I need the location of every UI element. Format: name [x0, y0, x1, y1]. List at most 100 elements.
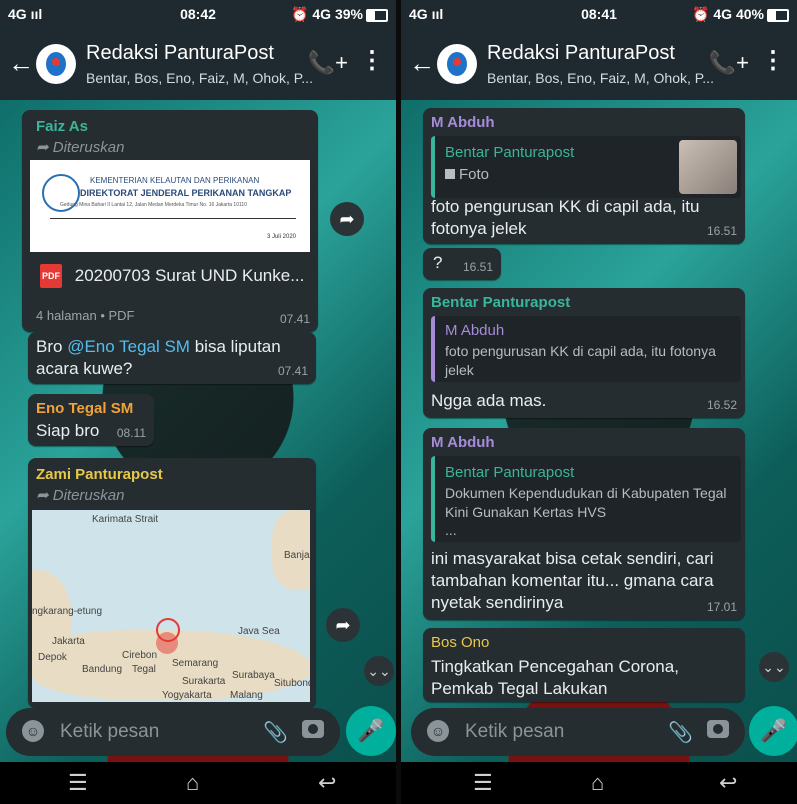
add-call-icon[interactable]: 📞+ — [308, 50, 348, 76]
system-nav-bar: ☰ ⌂ ↩ — [401, 762, 797, 804]
scroll-down-button[interactable]: ⌄⌄ — [364, 656, 394, 686]
forward-icon: ➦ — [335, 615, 351, 635]
mic-icon: 🎤 — [357, 718, 385, 743]
message-input[interactable]: Ketik pesan — [465, 721, 564, 743]
message-reply[interactable]: M Abduh Bentar Panturapost Foto foto pen… — [423, 108, 745, 244]
message-time: 16.52 — [706, 398, 737, 412]
attachment-icon[interactable]: 📎 — [263, 720, 288, 745]
quote-sender: M Abduh — [445, 322, 505, 339]
file-meta: 4 halaman • PDF — [36, 308, 135, 323]
emoji-icon[interactable]: ☺ — [22, 720, 44, 742]
quoted-message[interactable]: Bentar Panturapost Dokumen Kependudukan … — [431, 456, 741, 542]
battery-icon — [767, 8, 789, 22]
quote-sender: Bentar Panturapost — [445, 144, 575, 161]
message-time: 17.01 — [706, 600, 737, 614]
quoted-message[interactable]: Bentar Panturapost Foto — [431, 136, 741, 198]
nav-menu-icon[interactable]: ☰ — [473, 770, 493, 796]
map-label: ngkarang-etung — [32, 606, 103, 617]
map-label: Malang — [230, 690, 263, 701]
group-members[interactable]: Bentar, Bos, Eno, Faiz, M, Ohok, P... — [86, 70, 313, 86]
message-time: 16.51 — [462, 260, 493, 274]
quote-text: Foto — [445, 166, 489, 183]
message-input-bar[interactable]: ☺ Ketik pesan 📎 — [411, 708, 745, 756]
message-text[interactable]: Bro @Eno Tegal SM bisa liputan acara kuw… — [28, 332, 316, 384]
map-label: Situbondo — [274, 678, 310, 689]
message-body: Bro @Eno Tegal SM bisa liputan acara kuw… — [36, 337, 281, 378]
chat-header: ← Redaksi PanturaPost Bentar, Bos, Eno, … — [0, 28, 396, 100]
map-preview[interactable]: Karimata Strait Banjar Java Sea ngkarang… — [32, 510, 310, 702]
message-text[interactable]: Bos Ono Tingkatkan Pencegahan Corona, Pe… — [423, 628, 745, 702]
mention-link[interactable]: @Eno Tegal SM — [67, 337, 190, 356]
map-label: Java Sea — [238, 626, 280, 637]
add-call-icon[interactable]: 📞+ — [709, 50, 749, 76]
mic-icon: 🎤 — [760, 718, 788, 743]
file-name: 20200703 Surat UND Kunke... — [74, 266, 305, 285]
map-label: Depok — [38, 652, 67, 663]
message-location[interactable]: Zami Panturapost ➦ Diteruskan Karimata S… — [28, 458, 316, 708]
message-sender: Bos Ono — [431, 634, 490, 651]
file-row[interactable]: PDF 20200703 Surat UND Kunke... — [40, 264, 304, 288]
emoji-icon[interactable]: ☺ — [427, 720, 449, 742]
system-nav-bar: ☰ ⌂ ↩ — [0, 762, 396, 804]
nav-back-icon[interactable]: ↩ — [719, 770, 737, 796]
phone-screen-right: 4G ııl 08:41 ⏰ 4G 40% ← Redaksi PanturaP… — [401, 0, 797, 804]
back-arrow-icon[interactable]: ← — [409, 48, 435, 79]
message-time: 07.41 — [279, 312, 310, 326]
message-body: Siap bro — [36, 421, 100, 440]
document-preview[interactable]: KEMENTERIAN KELAUTAN DAN PERIKANAN DIREK… — [30, 160, 310, 252]
message-sender: M Abduh — [431, 114, 495, 131]
map-label: Bandung — [82, 664, 123, 675]
map-label: Jakarta — [52, 636, 85, 647]
message-input[interactable]: Ketik pesan — [60, 721, 159, 743]
doc-title: DIREKTORAT JENDERAL PERIKANAN TANGKAP — [80, 188, 292, 198]
doc-org: KEMENTERIAN KELAUTAN DAN PERIKANAN — [90, 176, 260, 185]
message-time: 07.41 — [277, 364, 308, 378]
message-input-bar[interactable]: ☺ Ketik pesan 📎 — [6, 708, 340, 756]
message-document[interactable]: Faiz As ➦ Diteruskan KEMENTERIAN KELAUTA… — [22, 110, 318, 332]
nav-back-icon[interactable]: ↩ — [318, 770, 336, 796]
scroll-down-button[interactable]: ⌄⌄ — [759, 652, 789, 682]
group-avatar[interactable] — [437, 44, 477, 84]
photo-thumbnail[interactable] — [679, 140, 737, 194]
message-sender: Zami Panturapost — [36, 466, 163, 483]
message-body: ini masyarakat bisa cetak sendiri, cari … — [431, 549, 714, 612]
phone-screen-left: 4G ııl 08:42 ⏰ 4G 39% ← Redaksi PanturaP… — [0, 0, 396, 804]
map-label: Karimata Strait — [92, 514, 159, 525]
attachment-icon[interactable]: 📎 — [668, 720, 693, 745]
map-label: Semarang — [172, 658, 219, 669]
message-text[interactable]: Eno Tegal SM Siap bro 08.11 — [28, 394, 154, 446]
message-text[interactable]: ? 16.51 — [423, 248, 501, 280]
map-label: Surabaya — [232, 670, 275, 681]
message-sender: Bentar Panturapost — [431, 294, 571, 311]
camera-icon[interactable] — [302, 720, 324, 738]
message-reply[interactable]: M Abduh Bentar Panturapost Dokumen Kepen… — [423, 428, 745, 620]
group-avatar[interactable] — [36, 44, 76, 84]
group-members[interactable]: Bentar, Bos, Eno, Faiz, M, Ohok, P... — [487, 70, 714, 86]
group-title[interactable]: Redaksi PanturaPost — [86, 42, 274, 65]
battery-icon — [366, 8, 388, 22]
nav-home-icon[interactable]: ⌂ — [591, 770, 604, 796]
nav-home-icon[interactable]: ⌂ — [186, 770, 199, 796]
mic-button[interactable]: 🎤 — [749, 706, 797, 756]
forwarded-label: ➦ Diteruskan — [36, 139, 125, 156]
group-title[interactable]: Redaksi PanturaPost — [487, 42, 675, 65]
back-arrow-icon[interactable]: ← — [8, 48, 34, 79]
message-sender: Faiz As — [36, 118, 88, 135]
mic-button[interactable]: 🎤 — [346, 706, 396, 756]
nav-menu-icon[interactable]: ☰ — [68, 770, 88, 796]
battery-indicator: ⏰ 4G 39% — [291, 6, 388, 23]
map-label: Cirebon — [122, 650, 158, 661]
doc-date: 3 Juli 2020 — [266, 234, 296, 240]
camera-icon[interactable] — [707, 720, 729, 738]
quote-sender: Bentar Panturapost — [445, 464, 575, 481]
quoted-message[interactable]: M Abduh foto pengurusan KK di capil ada,… — [431, 316, 741, 382]
forward-button[interactable]: ➦ — [326, 608, 360, 642]
forwarded-label: ➦ Diteruskan — [36, 487, 125, 504]
location-pin-icon — [156, 632, 178, 654]
more-options-icon[interactable]: ⋮ — [360, 46, 384, 75]
message-reply[interactable]: Bentar Panturapost M Abduh foto pengurus… — [423, 288, 745, 418]
more-options-icon[interactable]: ⋮ — [761, 46, 785, 75]
forward-button[interactable]: ➦ — [330, 202, 364, 236]
message-body: Ngga ada mas. — [431, 391, 547, 410]
map-label: Yogyakarta — [162, 690, 212, 701]
